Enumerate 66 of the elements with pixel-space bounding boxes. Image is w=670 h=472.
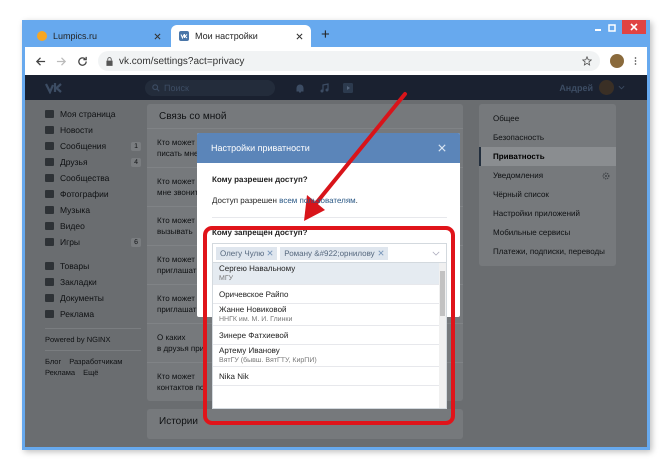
close-icon[interactable] [296,32,303,40]
person-name: Сергею Навальному [219,263,296,274]
recipients-field[interactable]: Олегу Чулю Роману &#922;орнилову [212,243,447,263]
profile-avatar[interactable] [610,54,624,68]
nav-item[interactable]: Моя страница [45,106,141,122]
browser-tab[interactable]: Мои настройки [171,25,311,47]
nav-item[interactable]: Товары [45,258,141,274]
person-name: Зинере Фатхиевой [219,330,290,340]
menu-icon[interactable] [634,56,637,66]
lock-icon [106,56,113,66]
nav-item[interactable]: Сообщества [45,170,141,186]
scrollbar[interactable] [439,263,446,408]
settings-menu-item[interactable]: Чёрный список [479,185,616,204]
person-name: Артему Иванову [219,345,281,356]
suggestion-item[interactable]: Зинере Фатхиевой [213,326,439,345]
dialog-title: Настройки приватности [211,143,310,153]
back-arrow-icon[interactable] [35,56,46,66]
nav-item[interactable]: Документы [45,290,141,306]
star-icon[interactable] [582,56,592,66]
reload-icon[interactable] [77,56,88,66]
section-heading: Кому разрешен доступ? [212,175,309,184]
bell-icon[interactable] [295,82,305,92]
music-note-icon[interactable] [319,82,329,92]
recipient-tag[interactable]: Роману &#922;орнилову [280,246,388,260]
url-text: vk.com/settings?act=privacy [119,56,244,66]
address-bar[interactable]: vk.com/settings?act=privacy [98,51,600,71]
forward-arrow-icon[interactable] [56,56,67,66]
settings-menu-item[interactable]: Безопасность [479,128,616,147]
setting-label: Кто может мне звонит [157,176,198,198]
vk-logo-icon [179,31,189,41]
nav-item[interactable]: Музыка [45,202,141,218]
search-icon [152,84,160,92]
settings-menu-item[interactable]: Уведомления [479,166,616,185]
settings-menu-item[interactable]: Общее [479,109,616,128]
setting-label: Кто может вызывать [157,215,195,237]
nav-item[interactable]: Реклама [45,306,141,322]
settings-menu-item[interactable]: Приватность [479,147,616,166]
settings-menu-item[interactable]: Настройки приложений [479,204,616,223]
nav-item[interactable]: Закладки [45,274,141,290]
recipient-tag[interactable]: Олегу Чулю [216,246,278,260]
setting-label: Кто может приглашат [157,293,196,315]
setting-label: Кто может приглашат [157,254,196,276]
new-tab-button[interactable]: + [321,26,330,43]
circle-icon [37,31,47,41]
card-title: Связь со мной [158,110,228,124]
card-title: Истории [158,414,199,428]
caret-icon[interactable] [618,85,625,90]
nav-item[interactable]: Фотографии [45,186,141,202]
nav-item[interactable]: Видео [45,218,141,234]
user-avatar[interactable] [599,80,614,95]
gear-icon[interactable] [602,172,610,180]
settings-menu-item[interactable]: Мобильные сервисы [479,223,616,242]
nav-item[interactable]: Новости [45,122,141,138]
person-name: Оричевское Райпо [219,288,290,300]
chevron-down-icon[interactable] [432,250,440,256]
remove-icon[interactable] [378,250,384,256]
suggestion-item[interactable]: Nika Nik [213,367,439,386]
play-icon[interactable] [343,82,353,92]
person-name: Nika Nik [219,370,250,382]
settings-menu-item[interactable]: Платежи, подписки, переводы [479,242,616,261]
close-icon[interactable] [154,32,161,40]
maximize-icon[interactable] [607,23,617,33]
suggestion-item[interactable]: Оричевское Райпо [213,285,439,304]
remove-icon[interactable] [267,250,274,256]
section-heading: Кому запрещён доступ? [212,228,308,237]
person-name: Жанне Новиковой [219,304,288,315]
